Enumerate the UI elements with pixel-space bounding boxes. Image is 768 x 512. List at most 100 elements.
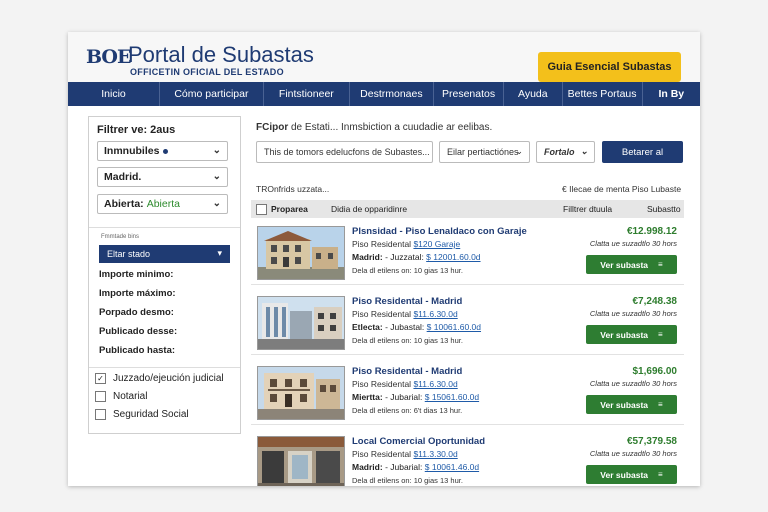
listing-end-time: Clatta ue suzadtlo 30 hors xyxy=(589,379,677,388)
type-value[interactable]: $11.3.30.0d xyxy=(413,449,457,459)
results-count: TROnfrids uzzata... xyxy=(256,184,330,194)
nav-item-ayuda[interactable]: Ayuda xyxy=(504,82,563,106)
type-label: Piso Residental xyxy=(352,379,412,389)
location-value[interactable]: $ 10061.60.0d xyxy=(427,322,481,332)
listing-time-left: Dela dl etilens on: 10 gias 13 hur. xyxy=(352,476,463,485)
location-value[interactable]: $ 12001.60.0d xyxy=(426,252,480,262)
nav-item-como-participar[interactable]: Cómo participar xyxy=(160,82,264,106)
location-value[interactable]: $ 10061.46.0d xyxy=(425,462,479,472)
listing-location: Miertta: - Jubarial: $ 15061.60.0d xyxy=(352,392,479,402)
location-rest: - Jubarial: xyxy=(382,462,425,472)
filter-min-amount[interactable]: Importe minimo: xyxy=(99,269,173,280)
view-auction-button[interactable]: Ver subasta ≡ xyxy=(586,325,677,344)
chevron-down-icon: ⌄ xyxy=(212,145,221,156)
view-auction-label: Ver subasta xyxy=(600,329,649,340)
list-item: Plsnsidad - Piso Lenaldaco con Garaje Pi… xyxy=(251,222,684,285)
location-rest: - Jubarial: xyxy=(382,392,425,402)
nav-item-5[interactable]: Presenatos xyxy=(434,82,505,106)
divider xyxy=(89,227,240,228)
filter-title: Filtrer ve: 2aus xyxy=(97,124,176,136)
view-auction-button[interactable]: Ver subasta ≡ xyxy=(586,465,677,484)
caret-down-icon: ▾ xyxy=(217,248,222,258)
search-button[interactable]: Betarer al xyxy=(602,141,683,163)
nav-item-4[interactable]: Destrmonaes xyxy=(350,82,434,106)
listing-title[interactable]: Piso Residental - Madrid xyxy=(352,296,462,307)
type-value[interactable]: $11.6.30.0d xyxy=(413,309,457,319)
property-type-select[interactable]: Inmnubiles ⌄ xyxy=(97,141,228,161)
filter-max-amount[interactable]: Importe máximo: xyxy=(99,288,176,299)
listing-location: Madrid: - Juzzatal: $ 12001.60.0d xyxy=(352,252,481,262)
listing-location: Etlecta: - Jubastal: $ 10061.60.0d xyxy=(352,322,481,332)
filter-published-from[interactable]: Publicado desse: xyxy=(99,326,177,337)
search-description: FCipor de Estati... Inmsbiction a cuudad… xyxy=(256,122,492,133)
checkbox-juzgado[interactable]: ✓ Juzzado/ejeución judicial xyxy=(95,373,224,384)
portal-select-value: Fortalo xyxy=(544,147,575,157)
category-select[interactable]: Eilar pertiactiónes ⌄ xyxy=(439,141,530,163)
view-auction-label: Ver subasta xyxy=(600,469,649,480)
site-subtitle: OFFICETIN OFICIAL DEL ESTADO xyxy=(130,67,284,77)
property-photo[interactable] xyxy=(257,296,345,350)
location-label: Etlecta: xyxy=(352,322,383,332)
nav-item-3[interactable]: Fintstioneer xyxy=(264,82,350,106)
listing-price: €12.998.12 xyxy=(626,226,677,237)
view-auction-label: Ver subasta xyxy=(600,259,649,270)
state-select[interactable]: Abierta: Abierta ⌄ xyxy=(97,194,228,214)
location-value[interactable]: $ 15061.60.0d xyxy=(425,392,479,402)
location-rest: - Jubastal: xyxy=(382,322,427,332)
col-header-filter[interactable]: Filltrer dtuula xyxy=(563,204,612,214)
listing-end-time: Clatta ue suzadtlo 30 hors xyxy=(589,309,677,318)
listing-type: Piso Residental $11.6.30.0d xyxy=(352,309,458,319)
nav-item-7[interactable]: Bettes Portaus xyxy=(563,82,643,106)
type-value[interactable]: $11.6.30.0d xyxy=(413,379,457,389)
site-header: BOE Portal de Subastas OFFICETIN OFICIAL… xyxy=(68,32,700,82)
arrow-icon: ≡ xyxy=(658,470,663,479)
col-header-property[interactable]: Proparea xyxy=(271,204,308,214)
portal-select[interactable]: Fortalo ⌄ xyxy=(536,141,595,163)
type-label: Piso Residental xyxy=(352,449,412,459)
filter-published-to[interactable]: Publicado hasta: xyxy=(99,345,175,356)
page-card: BOE Portal de Subastas OFFICETIN OFICIAL… xyxy=(68,32,700,486)
property-photo[interactable] xyxy=(257,226,345,280)
col-header-auction[interactable]: Subastto xyxy=(647,204,681,214)
sort-links[interactable]: € Ilecae de menta Piso Lubaste xyxy=(562,184,681,194)
listing-end-time: Clatta ue suzadtlo 30 hors xyxy=(589,239,677,248)
property-photo[interactable] xyxy=(257,436,345,486)
listing-title[interactable]: Plsnsidad - Piso Lenaldaco con Garaje xyxy=(352,226,527,237)
listing-title[interactable]: Piso Residental - Madrid xyxy=(352,366,462,377)
province-select[interactable]: Madrid. ⌄ xyxy=(97,167,228,187)
boe-logo[interactable]: BOE xyxy=(86,46,131,68)
nav-item-inicio[interactable]: Inicio xyxy=(68,82,160,106)
listing-type: Piso Residental $120 Garaje xyxy=(352,239,460,249)
dot-icon xyxy=(163,148,169,154)
checkbox-label: Juzzado/ejeución judicial xyxy=(113,373,224,384)
checkbox-icon xyxy=(95,409,106,420)
search-input[interactable]: This de tomors edelucfons de Subastes... xyxy=(256,141,433,163)
location-label: Madrid: xyxy=(352,462,383,472)
checkbox-notarial[interactable]: Notarial xyxy=(95,391,147,402)
listing-end-time: Clatta ue suzadtlo 30 hors xyxy=(589,449,677,458)
site-title[interactable]: Portal de Subastas xyxy=(128,42,314,68)
guide-button[interactable]: Guia Esencial Subastas xyxy=(538,52,681,82)
list-item: Piso Residental - Madrid Piso Residental… xyxy=(251,292,684,355)
type-value[interactable]: $120 Garaje xyxy=(413,239,460,249)
search-label-rest: de Estati... Inmsbiction a cuudadie ar e… xyxy=(288,122,493,133)
select-all-checkbox[interactable] xyxy=(256,204,267,215)
location-label: Miertta: xyxy=(352,392,383,402)
view-auction-button[interactable]: Ver subasta ≡ xyxy=(586,395,677,414)
province-value: Madrid. xyxy=(104,171,142,183)
chevron-down-icon: ⌄ xyxy=(212,171,221,182)
checkbox-seguridad-social[interactable]: Seguridad Social xyxy=(95,409,189,420)
col-header-date[interactable]: Didia de opparidinre xyxy=(331,204,407,214)
main-nav: Inicio Cómo participar Fintstioneer Dest… xyxy=(68,82,700,106)
listing-title[interactable]: Local Comercial Oportunidad xyxy=(352,436,485,447)
filter-period[interactable]: Porpado desmo: xyxy=(99,307,174,318)
status-dropdown[interactable]: Eltar stado ▾ xyxy=(99,245,230,263)
location-rest: - Juzzatal: xyxy=(382,252,427,262)
property-photo[interactable] xyxy=(257,366,345,420)
listing-location: Madrid: - Jubarial: $ 10061.46.0d xyxy=(352,462,479,472)
view-auction-button[interactable]: Ver subasta ≡ xyxy=(586,255,677,274)
nav-item-login[interactable]: In By xyxy=(643,82,700,106)
property-type-value: Inmnubiles xyxy=(104,145,160,157)
type-label: Piso Residental xyxy=(352,239,412,249)
status-caption: Fmmtade bins xyxy=(101,234,140,240)
